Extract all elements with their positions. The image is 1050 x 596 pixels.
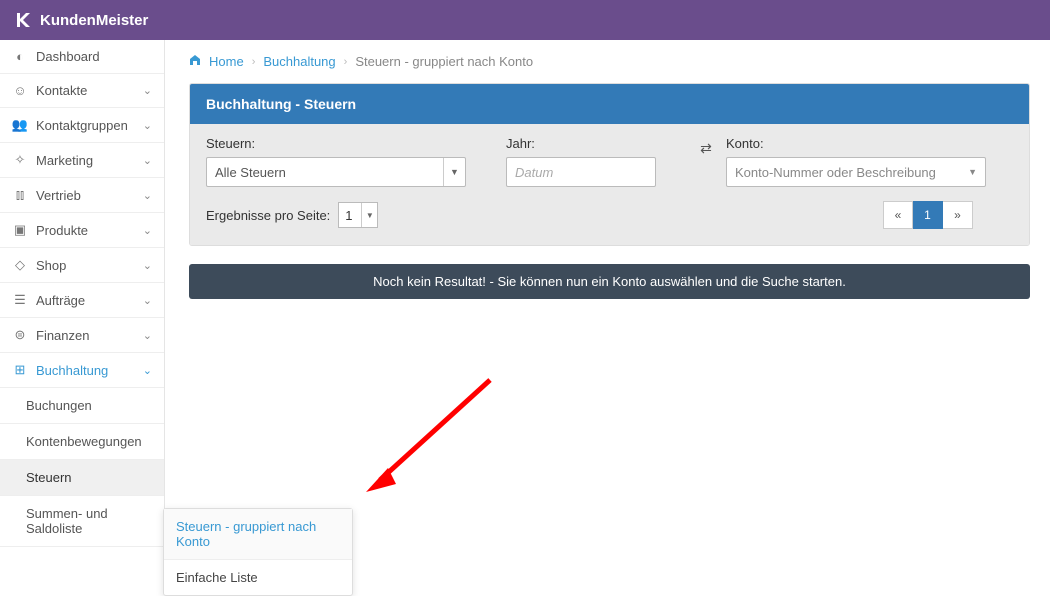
- steuern-select[interactable]: Alle Steuern ▼: [206, 157, 466, 187]
- caret-down-icon: ▼: [361, 203, 377, 227]
- logo-icon: [14, 11, 32, 29]
- breadcrumb-sep: ›: [252, 56, 256, 68]
- sidebar-item-label: Vertrieb: [36, 188, 81, 203]
- main-panel: Buchhaltung - Steuern Steuern: Alle Steu…: [189, 83, 1030, 246]
- filter-label-jahr: Jahr:: [506, 136, 686, 151]
- sidebar-sub-steuern[interactable]: Steuern: [0, 460, 164, 496]
- breadcrumb-sep: ›: [344, 56, 348, 68]
- app-logo: KundenMeister: [14, 11, 148, 29]
- chevron-down-icon: ⌄: [143, 329, 152, 342]
- pager-prev[interactable]: «: [883, 201, 913, 229]
- chevron-down-icon: ⌄: [143, 259, 152, 272]
- sidebar-sub-label: Kontenbewegungen: [26, 434, 142, 449]
- sidebar-sub-buchungen[interactable]: Buchungen: [0, 388, 164, 424]
- flyout-item-einfache-liste[interactable]: Einfache Liste: [164, 559, 352, 595]
- sidebar-item-label: Dashboard: [36, 49, 100, 64]
- sidebar-item-marketing[interactable]: ✧ Marketing ⌄: [0, 143, 164, 178]
- flyout-item-label: Einfache Liste: [176, 570, 258, 585]
- filter-label-konto: Konto:: [726, 136, 1013, 151]
- results-per-page-select[interactable]: 1 ▼: [338, 202, 378, 228]
- chevron-down-icon: ⌄: [143, 224, 152, 237]
- sidebar-item-buchhaltung[interactable]: ⊞ Buchhaltung ⌄: [0, 353, 164, 388]
- results-per-page-label: Ergebnisse pro Seite:: [206, 208, 330, 223]
- jahr-placeholder: Datum: [515, 165, 553, 180]
- chevron-down-icon: ⌄: [143, 154, 152, 167]
- sidebar-item-shop[interactable]: ◇ Shop ⌄: [0, 248, 164, 283]
- caret-down-icon: ▼: [443, 158, 465, 186]
- clipboard-icon: ☰: [12, 292, 28, 308]
- pager-next[interactable]: »: [943, 201, 973, 229]
- jahr-input[interactable]: Datum: [506, 157, 656, 187]
- sidebar-item-auftraege[interactable]: ☰ Aufträge ⌄: [0, 283, 164, 318]
- pager-page-1[interactable]: 1: [913, 201, 943, 229]
- swap-icon[interactable]: ⇄: [700, 140, 712, 157]
- sidebar-item-kontaktgruppen[interactable]: 👥 Kontaktgruppen ⌄: [0, 108, 164, 143]
- gauge-icon: ◐: [12, 49, 28, 64]
- megaphone-icon: ✧: [12, 152, 28, 168]
- steuern-flyout: Steuern - gruppiert nach Konto Einfache …: [163, 508, 353, 596]
- box-icon: ▣: [12, 222, 28, 238]
- pager: « 1 »: [883, 201, 973, 229]
- ledger-icon: ⊞: [12, 362, 28, 378]
- sidebar-item-label: Produkte: [36, 223, 88, 238]
- sidebar-sub-summen-saldoliste[interactable]: Summen- und Saldoliste: [0, 496, 164, 547]
- brand-name: KundenMeister: [40, 12, 148, 29]
- sidebar-item-label: Buchhaltung: [36, 363, 108, 378]
- sidebar: ◐ Dashboard ☺ Kontakte ⌄ 👥 Kontaktgruppe…: [0, 40, 165, 561]
- caret-down-icon: ▼: [968, 167, 977, 177]
- chart-icon: ⫾⫾: [12, 187, 28, 203]
- sidebar-item-label: Kontakte: [36, 83, 87, 98]
- sidebar-item-kontakte[interactable]: ☺ Kontakte ⌄: [0, 74, 164, 108]
- sidebar-item-label: Aufträge: [36, 293, 85, 308]
- main-content: Home › Buchhaltung › Steuern - gruppiert…: [165, 40, 1050, 561]
- breadcrumb-home[interactable]: Home: [209, 54, 244, 69]
- home-icon: [189, 54, 201, 69]
- chevron-down-icon: ⌄: [143, 119, 152, 132]
- konto-placeholder: Konto-Nummer oder Beschreibung: [735, 165, 936, 180]
- sidebar-item-vertrieb[interactable]: ⫾⫾ Vertrieb ⌄: [0, 178, 164, 213]
- chevron-down-icon: ⌄: [143, 294, 152, 307]
- sidebar-sub-label: Steuern: [26, 470, 72, 485]
- panel-body: Steuern: Alle Steuern ▼ Jahr: Datum ⇄: [190, 124, 1029, 245]
- chevron-down-icon: ⌄: [143, 189, 152, 202]
- breadcrumb: Home › Buchhaltung › Steuern - gruppiert…: [165, 40, 1050, 83]
- sidebar-item-finanzen[interactable]: ⊜ Finanzen ⌄: [0, 318, 164, 353]
- sidebar-item-produkte[interactable]: ▣ Produkte ⌄: [0, 213, 164, 248]
- chevron-down-icon: ⌄: [143, 364, 152, 377]
- flyout-item-label: Steuern - gruppiert nach Konto: [176, 519, 316, 549]
- sidebar-item-label: Finanzen: [36, 328, 89, 343]
- konto-select[interactable]: Konto-Nummer oder Beschreibung ▼: [726, 157, 986, 187]
- results-per-page-value: 1: [345, 208, 352, 223]
- users-icon: 👥: [12, 117, 28, 133]
- sidebar-sub-kontenbewegungen[interactable]: Kontenbewegungen: [0, 424, 164, 460]
- chevron-down-icon: ⌄: [143, 84, 152, 97]
- sidebar-item-dashboard[interactable]: ◐ Dashboard: [0, 40, 164, 74]
- sidebar-sub-label: Buchungen: [26, 398, 92, 413]
- flyout-item-gruppiert[interactable]: Steuern - gruppiert nach Konto: [164, 509, 352, 559]
- sidebar-item-label: Kontaktgruppen: [36, 118, 128, 133]
- app-header: KundenMeister: [0, 0, 1050, 40]
- coins-icon: ⊜: [12, 327, 28, 343]
- sidebar-sub-label: Summen- und Saldoliste: [26, 506, 108, 536]
- breadcrumb-current: Steuern - gruppiert nach Konto: [355, 54, 533, 69]
- sidebar-item-label: Marketing: [36, 153, 93, 168]
- sidebar-item-label: Shop: [36, 258, 66, 273]
- user-icon: ☺: [12, 83, 28, 98]
- filter-label-steuern: Steuern:: [206, 136, 506, 151]
- tag-icon: ◇: [12, 257, 28, 273]
- steuern-select-value: Alle Steuern: [215, 165, 286, 180]
- empty-state-message: Noch kein Resultat! - Sie können nun ein…: [189, 264, 1030, 299]
- breadcrumb-section[interactable]: Buchhaltung: [263, 54, 335, 69]
- panel-title: Buchhaltung - Steuern: [190, 84, 1029, 124]
